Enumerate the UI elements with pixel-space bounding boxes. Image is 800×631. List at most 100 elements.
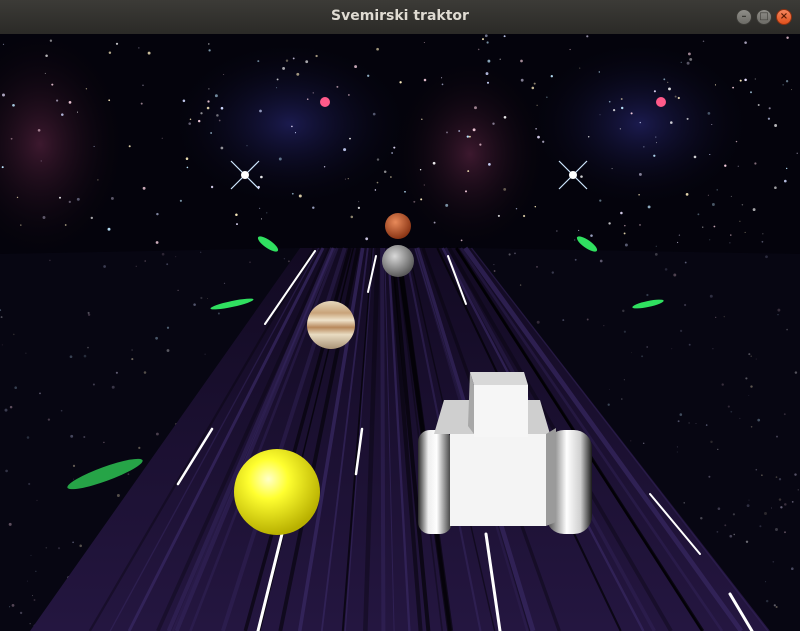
star	[210, 185, 214, 189]
star	[656, 142, 657, 144]
minimize-icon: –	[741, 11, 747, 22]
star	[64, 224, 67, 226]
star	[757, 104, 760, 106]
title-bar[interactable]: Svemirski traktor – □ ×	[0, 0, 800, 35]
nebula-right	[520, 34, 760, 214]
star	[674, 95, 677, 98]
star	[404, 190, 406, 193]
app-window: Svemirski traktor – □ ×	[0, 0, 800, 631]
star	[730, 195, 732, 197]
star	[467, 170, 470, 173]
star	[486, 81, 490, 84]
maximize-button[interactable]: □	[756, 9, 772, 25]
close-button[interactable]: ×	[776, 9, 792, 25]
star	[474, 106, 477, 110]
star	[667, 81, 669, 83]
star	[197, 119, 201, 123]
star	[68, 200, 71, 204]
star	[458, 130, 461, 132]
star	[472, 128, 476, 132]
star	[260, 218, 263, 220]
star	[235, 213, 238, 217]
star	[624, 224, 626, 227]
star	[76, 197, 80, 201]
mars-planet	[385, 213, 411, 239]
moon-planet	[382, 245, 414, 277]
star	[620, 211, 623, 215]
star	[376, 47, 379, 51]
sun-planet	[234, 449, 320, 535]
star	[349, 137, 351, 140]
star	[399, 81, 402, 84]
star	[709, 239, 711, 241]
star	[655, 136, 657, 138]
star	[761, 240, 764, 243]
star	[647, 205, 651, 209]
star	[750, 91, 752, 94]
jupiter-planet	[307, 301, 355, 349]
star	[599, 199, 602, 202]
star	[68, 101, 72, 104]
star	[282, 66, 286, 70]
window-title: Svemirski traktor	[331, 8, 469, 24]
star	[220, 146, 224, 150]
star	[291, 125, 293, 128]
star	[365, 237, 369, 241]
star	[497, 214, 500, 217]
star	[754, 162, 757, 165]
star	[786, 167, 788, 170]
star	[550, 75, 553, 78]
star	[598, 71, 600, 73]
star	[791, 89, 793, 91]
star	[630, 112, 633, 115]
star	[786, 36, 789, 39]
star	[707, 112, 711, 115]
star	[207, 100, 210, 103]
minimize-button[interactable]: –	[736, 9, 752, 25]
star	[49, 39, 53, 42]
star	[445, 203, 449, 207]
star	[236, 223, 238, 226]
star	[383, 170, 387, 174]
star	[536, 104, 538, 106]
star	[433, 221, 436, 224]
star	[767, 117, 771, 120]
star	[216, 114, 219, 117]
star	[208, 43, 210, 45]
star	[108, 51, 112, 55]
star	[278, 157, 282, 161]
star	[306, 98, 309, 101]
star	[358, 201, 360, 203]
close-icon: ×	[779, 11, 789, 22]
star	[446, 131, 448, 134]
star	[147, 51, 151, 55]
game-viewport[interactable]	[0, 34, 800, 631]
star	[556, 230, 558, 232]
star	[711, 203, 715, 206]
maximize-icon: □	[759, 11, 769, 22]
star	[115, 42, 119, 45]
star	[45, 54, 48, 57]
star	[393, 146, 396, 149]
red-star	[320, 97, 330, 107]
star	[51, 83, 54, 86]
star	[85, 88, 88, 90]
star	[653, 154, 656, 157]
star	[376, 181, 379, 184]
star	[93, 145, 95, 147]
star	[266, 212, 268, 214]
star	[739, 220, 741, 222]
star	[638, 172, 642, 176]
star	[729, 242, 731, 244]
star	[608, 222, 611, 225]
star	[754, 78, 756, 80]
star	[611, 168, 613, 170]
star	[707, 194, 709, 196]
star	[344, 178, 346, 180]
star	[315, 54, 318, 58]
star	[520, 78, 524, 82]
star	[128, 145, 131, 148]
star	[260, 175, 263, 179]
star	[40, 160, 42, 162]
star	[420, 198, 423, 201]
